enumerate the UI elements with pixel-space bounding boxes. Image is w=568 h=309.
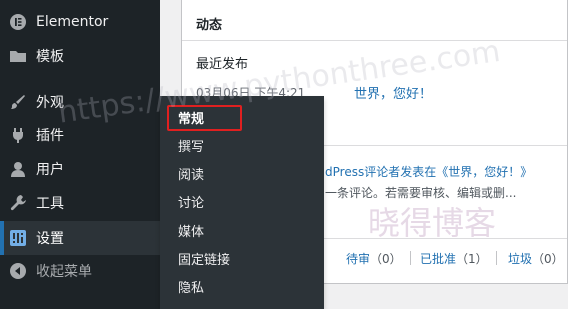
submenu-item-general[interactable]: 常规 xyxy=(178,104,204,130)
sidebar-item-settings[interactable]: 设置 xyxy=(0,221,160,255)
sidebar-item-label: 收起菜单 xyxy=(36,264,92,280)
sidebar-item-users[interactable]: 用户 xyxy=(0,152,160,186)
divider xyxy=(182,40,567,41)
sidebar-item-label: 模板 xyxy=(36,49,64,65)
submenu-item-media[interactable]: 媒体 xyxy=(178,217,204,243)
widget-title: 动态 xyxy=(196,18,223,33)
sidebar-item-label: 外观 xyxy=(36,95,64,111)
post-title-link[interactable]: 世界，您好！ xyxy=(354,83,432,102)
sidebar-item-appearance[interactable]: 外观 xyxy=(0,85,160,119)
sidebar-item-label: 工具 xyxy=(36,196,64,212)
user-icon xyxy=(0,152,36,186)
sidebar-item-plugins[interactable]: 插件 xyxy=(0,118,160,152)
comment-author[interactable]: dPress评论者发表在 xyxy=(325,165,436,179)
admin-sidebar: Elementor 模板 外观 插件 用户 工具 设置 收起菜单 xyxy=(0,0,160,309)
submenu-item-writing[interactable]: 撰写 xyxy=(178,132,204,158)
settings-submenu: 常规 撰写 阅读 讨论 媒体 固定链接 隐私 xyxy=(160,96,324,309)
collapse-menu-button[interactable]: 收起菜单 xyxy=(0,254,160,288)
comment-excerpt: 一条评论。若需要审核、编辑或删... xyxy=(325,186,517,200)
sidebar-item-label: 插件 xyxy=(36,128,64,144)
elementor-icon xyxy=(0,5,36,39)
sidebar-item-label: 设置 xyxy=(36,231,64,247)
approved-comments-link[interactable]: 已批准（1） xyxy=(420,250,488,267)
submenu-item-reading[interactable]: 阅读 xyxy=(178,160,204,186)
sidebar-item-tools[interactable]: 工具 xyxy=(0,186,160,220)
comment-meta: dPress评论者发表在《世界，您好！》 xyxy=(325,163,532,180)
pending-comments-link[interactable]: 待审（0） xyxy=(346,250,402,267)
sidebar-item-elementor[interactable]: Elementor xyxy=(0,5,160,39)
plugin-icon xyxy=(0,118,36,152)
comment-post-link[interactable]: 《世界，您好！》 xyxy=(436,165,532,179)
submenu-item-discussion[interactable]: 讨论 xyxy=(178,188,204,214)
wrench-icon xyxy=(0,186,36,220)
submenu-pointer xyxy=(152,231,160,247)
separator xyxy=(410,251,411,265)
collapse-icon xyxy=(0,254,36,288)
paintbrush-icon xyxy=(0,85,36,119)
settings-icon xyxy=(0,221,36,255)
spam-comments-link[interactable]: 垃圾（0） xyxy=(508,250,564,267)
submenu-item-permalinks[interactable]: 固定链接 xyxy=(178,245,230,271)
separator xyxy=(496,251,497,265)
sidebar-item-label: Elementor xyxy=(36,14,109,30)
submenu-item-privacy[interactable]: 隐私 xyxy=(178,273,204,299)
sidebar-item-label: 用户 xyxy=(36,162,64,178)
sidebar-item-templates[interactable]: 模板 xyxy=(0,39,160,73)
recent-posts-heading: 最近发布 xyxy=(196,57,249,72)
folder-icon xyxy=(0,39,36,73)
